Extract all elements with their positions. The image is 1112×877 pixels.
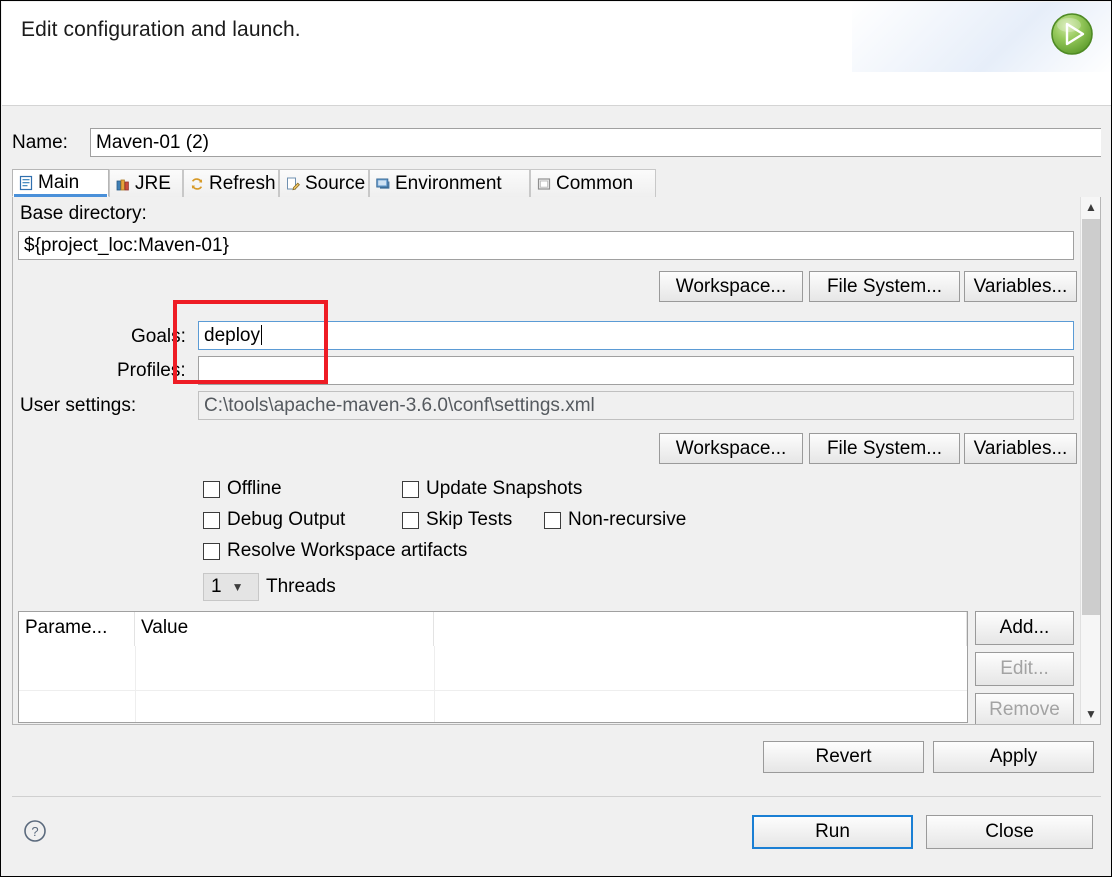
remove-parameter-button: Remove <box>975 693 1074 724</box>
user-settings-variables-button[interactable]: Variables... <box>964 433 1077 464</box>
dialog-header: Edit configuration and launch. <box>2 2 1111 106</box>
close-button[interactable]: Close <box>926 815 1093 849</box>
checkbox-update-snapshots-box[interactable] <box>402 480 419 498</box>
edit-parameter-button: Edit... <box>975 652 1074 686</box>
checkbox-non-recursive-box[interactable] <box>544 511 561 529</box>
base-directory-variables-button[interactable]: Variables... <box>964 271 1077 302</box>
footer-divider <box>12 796 1101 797</box>
goals-label: Goals: <box>131 326 186 347</box>
tab-common-label: Common <box>556 172 634 194</box>
common-window-icon <box>537 177 551 190</box>
name-label: Name: <box>12 132 68 153</box>
base-directory-input[interactable]: ${project_loc:Maven-01} <box>18 231 1074 260</box>
parameters-table[interactable]: Parame... Value <box>18 611 968 723</box>
tab-environment[interactable]: Environment <box>369 169 530 197</box>
tab-source-label: Source <box>305 172 366 194</box>
parameters-table-header: Parame... Value <box>19 612 967 646</box>
jre-books-icon <box>116 179 129 190</box>
tab-refresh-label: Refresh <box>209 172 276 194</box>
main-document-icon <box>19 175 33 191</box>
user-settings-workspace-button[interactable]: Workspace... <box>659 433 803 464</box>
checkbox-resolve-workspace-artifacts-label: Resolve Workspace artifacts <box>227 540 468 561</box>
scroll-down-icon[interactable]: ▼ <box>1081 704 1100 724</box>
checkbox-debug-output-box[interactable] <box>203 511 220 529</box>
column-header-parameter[interactable]: Parame... <box>19 612 135 646</box>
checkbox-debug-output-label: Debug Output <box>227 509 346 530</box>
column-header-filler <box>434 612 967 646</box>
table-column-divider <box>434 646 435 722</box>
profiles-label: Profiles: <box>117 360 186 381</box>
checkbox-debug-output[interactable]: Debug Output <box>203 509 345 531</box>
checkbox-offline[interactable]: Offline <box>203 478 282 500</box>
checkbox-update-snapshots-label: Update Snapshots <box>426 478 583 499</box>
add-parameter-button[interactable]: Add... <box>975 611 1074 645</box>
threads-label: Threads <box>266 576 336 597</box>
checkbox-non-recursive-label: Non-recursive <box>568 509 687 530</box>
text-caret <box>261 325 262 345</box>
scroll-up-icon[interactable]: ▲ <box>1081 197 1100 217</box>
user-settings-filesystem-button[interactable]: File System... <box>809 433 960 464</box>
svg-text:?: ? <box>31 824 38 839</box>
tab-jre[interactable]: JRE <box>109 169 183 197</box>
table-row-divider <box>19 690 967 691</box>
dialog-title: Edit configuration and launch. <box>21 18 301 41</box>
revert-button[interactable]: Revert <box>763 741 924 773</box>
user-settings-label: User settings: <box>20 395 137 416</box>
base-directory-label: Base directory: <box>20 203 147 224</box>
main-tab-content: Base directory: ${project_loc:Maven-01} … <box>13 197 1081 724</box>
threads-combo[interactable]: 1 ▼ <box>203 573 259 601</box>
name-input[interactable]: Maven-01 (2) <box>90 128 1101 157</box>
name-row: Name: Maven-01 (2) <box>12 128 1101 158</box>
main-tab-panel: Base directory: ${project_loc:Maven-01} … <box>12 197 1101 725</box>
question-mark-icon[interactable]: ? <box>23 819 47 843</box>
base-directory-workspace-button[interactable]: Workspace... <box>659 271 803 302</box>
panel-scrollbar[interactable]: ▲ ▼ <box>1080 197 1100 724</box>
green-play-icon <box>1051 13 1093 55</box>
scrollbar-thumb[interactable] <box>1082 219 1100 615</box>
checkbox-offline-label: Offline <box>227 478 282 499</box>
goals-input[interactable]: deploy <box>198 321 1074 350</box>
tab-common[interactable]: Common <box>530 169 656 197</box>
checkbox-skip-tests-label: Skip Tests <box>426 509 513 530</box>
checkbox-update-snapshots[interactable]: Update Snapshots <box>402 478 582 500</box>
tab-refresh[interactable]: Refresh <box>183 169 279 197</box>
column-header-value[interactable]: Value <box>135 612 434 646</box>
checkbox-non-recursive[interactable]: Non-recursive <box>544 509 686 531</box>
launch-configuration-dialog: Edit configuration and launch. Name: Mav… <box>0 0 1112 877</box>
goals-value: deploy <box>204 325 260 346</box>
environment-icon <box>376 178 390 189</box>
checkbox-resolve-workspace-artifacts[interactable]: Resolve Workspace artifacts <box>203 540 467 562</box>
checkbox-resolve-workspace-artifacts-box[interactable] <box>203 542 220 560</box>
source-pencil-icon <box>287 177 300 190</box>
checkbox-skip-tests-box[interactable] <box>402 511 419 529</box>
chevron-down-icon: ▼ <box>231 580 244 594</box>
run-button[interactable]: Run <box>752 815 913 849</box>
checkbox-skip-tests[interactable]: Skip Tests <box>402 509 512 531</box>
user-settings-input[interactable]: C:\tools\apache-maven-3.6.0\conf\setting… <box>198 391 1074 420</box>
table-column-divider <box>135 646 136 722</box>
threads-value: 1 <box>211 576 222 597</box>
base-directory-filesystem-button[interactable]: File System... <box>809 271 960 302</box>
profiles-input[interactable] <box>198 356 1074 385</box>
apply-button[interactable]: Apply <box>933 741 1094 773</box>
tab-main-label: Main <box>38 172 80 193</box>
tab-main[interactable]: Main <box>12 169 109 197</box>
tab-jre-label: JRE <box>135 172 171 194</box>
tab-environment-label: Environment <box>395 172 502 194</box>
tab-source[interactable]: Source <box>279 169 369 197</box>
tab-bar: Main JRE Refresh Source Environment Comm… <box>12 169 1101 198</box>
checkbox-offline-box[interactable] <box>203 480 220 498</box>
refresh-arrows-icon <box>191 177 203 190</box>
